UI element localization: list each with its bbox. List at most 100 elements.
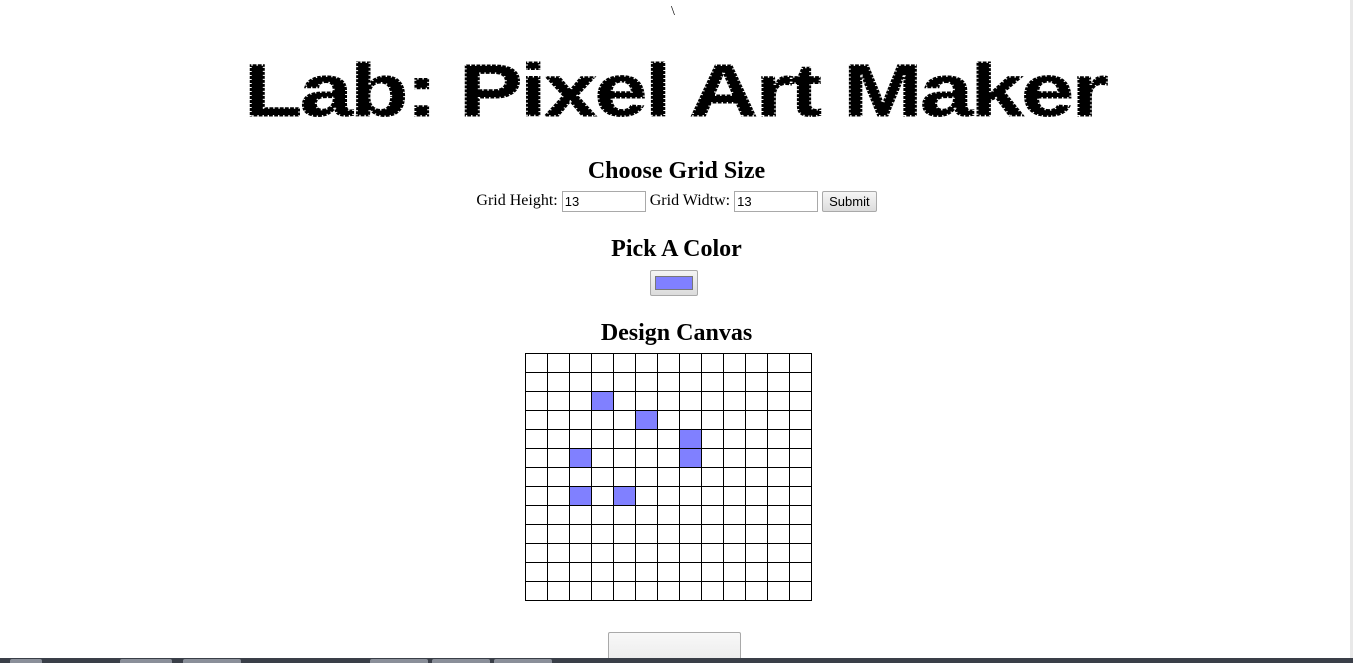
canvas-cell[interactable] xyxy=(657,372,680,392)
canvas-cell[interactable] xyxy=(723,505,746,525)
canvas-cell[interactable] xyxy=(591,543,614,563)
canvas-cell[interactable] xyxy=(525,581,548,601)
canvas-cell[interactable] xyxy=(679,505,702,525)
canvas-cell[interactable] xyxy=(591,353,614,373)
color-picker-button[interactable] xyxy=(650,270,698,296)
canvas-cell[interactable] xyxy=(723,353,746,373)
canvas-cell[interactable] xyxy=(591,486,614,506)
canvas-cell[interactable] xyxy=(745,448,768,468)
canvas-cell[interactable] xyxy=(591,524,614,544)
canvas-cell[interactable] xyxy=(525,353,548,373)
canvas-cell[interactable] xyxy=(723,524,746,544)
canvas-cell[interactable] xyxy=(679,486,702,506)
canvas-cell[interactable] xyxy=(767,448,790,468)
canvas-cell[interactable] xyxy=(591,372,614,392)
canvas-cell[interactable] xyxy=(679,391,702,411)
canvas-cell[interactable] xyxy=(701,353,724,373)
canvas-cell[interactable] xyxy=(657,429,680,449)
grid-width-input[interactable] xyxy=(734,191,819,212)
canvas-cell[interactable] xyxy=(789,372,812,392)
canvas-cell[interactable] xyxy=(547,353,570,373)
canvas-cell[interactable] xyxy=(591,581,614,601)
canvas-cell[interactable] xyxy=(635,391,658,411)
canvas-cell[interactable] xyxy=(789,448,812,468)
canvas-cell[interactable] xyxy=(657,562,680,582)
canvas-cell[interactable] xyxy=(789,391,812,411)
canvas-cell[interactable] xyxy=(569,448,592,468)
canvas-cell[interactable] xyxy=(745,372,768,392)
canvas-cell[interactable] xyxy=(547,581,570,601)
canvas-cell[interactable] xyxy=(767,524,790,544)
canvas-cell[interactable] xyxy=(701,524,724,544)
canvas-cell[interactable] xyxy=(569,505,592,525)
canvas-cell[interactable] xyxy=(547,543,570,563)
canvas-cell[interactable] xyxy=(525,448,548,468)
canvas-cell[interactable] xyxy=(745,467,768,487)
canvas-cell[interactable] xyxy=(635,467,658,487)
canvas-cell[interactable] xyxy=(701,467,724,487)
canvas-cell[interactable] xyxy=(679,410,702,430)
canvas-cell[interactable] xyxy=(657,410,680,430)
canvas-cell[interactable] xyxy=(635,524,658,544)
canvas-cell[interactable] xyxy=(525,486,548,506)
canvas-cell[interactable] xyxy=(569,486,592,506)
canvas-cell[interactable] xyxy=(525,372,548,392)
canvas-cell[interactable] xyxy=(613,429,636,449)
canvas-cell[interactable] xyxy=(679,467,702,487)
canvas-cell[interactable] xyxy=(525,429,548,449)
canvas-cell[interactable] xyxy=(723,581,746,601)
canvas-cell[interactable] xyxy=(679,581,702,601)
canvas-cell[interactable] xyxy=(635,543,658,563)
taskbar-start-icon[interactable] xyxy=(10,659,42,663)
canvas-cell[interactable] xyxy=(657,543,680,563)
canvas-cell[interactable] xyxy=(789,486,812,506)
canvas-cell[interactable] xyxy=(525,562,548,582)
canvas-cell[interactable] xyxy=(635,353,658,373)
canvas-cell[interactable] xyxy=(789,353,812,373)
canvas-cell[interactable] xyxy=(745,505,768,525)
canvas-cell[interactable] xyxy=(635,372,658,392)
canvas-cell[interactable] xyxy=(613,448,636,468)
canvas-cell[interactable] xyxy=(525,543,548,563)
canvas-cell[interactable] xyxy=(789,524,812,544)
canvas-cell[interactable] xyxy=(657,391,680,411)
canvas-cell[interactable] xyxy=(679,562,702,582)
canvas-cell[interactable] xyxy=(525,505,548,525)
canvas-cell[interactable] xyxy=(547,429,570,449)
canvas-cell[interactable] xyxy=(701,581,724,601)
canvas-cell[interactable] xyxy=(745,429,768,449)
canvas-cell[interactable] xyxy=(723,448,746,468)
canvas-cell[interactable] xyxy=(635,429,658,449)
canvas-cell[interactable] xyxy=(723,486,746,506)
canvas-cell[interactable] xyxy=(635,448,658,468)
canvas-cell[interactable] xyxy=(789,410,812,430)
canvas-cell[interactable] xyxy=(701,543,724,563)
canvas-cell[interactable] xyxy=(525,410,548,430)
canvas-cell[interactable] xyxy=(701,410,724,430)
canvas-cell[interactable] xyxy=(657,581,680,601)
canvas-cell[interactable] xyxy=(679,429,702,449)
canvas-cell[interactable] xyxy=(635,581,658,601)
canvas-cell[interactable] xyxy=(569,581,592,601)
taskbar-item[interactable] xyxy=(432,659,490,663)
canvas-cell[interactable] xyxy=(789,543,812,563)
canvas-cell[interactable] xyxy=(569,429,592,449)
canvas-cell[interactable] xyxy=(547,524,570,544)
canvas-cell[interactable] xyxy=(613,562,636,582)
canvas-cell[interactable] xyxy=(745,486,768,506)
canvas-cell[interactable] xyxy=(591,448,614,468)
canvas-cell[interactable] xyxy=(547,391,570,411)
taskbar-item[interactable] xyxy=(494,659,552,663)
canvas-cell[interactable] xyxy=(547,410,570,430)
canvas-cell[interactable] xyxy=(569,410,592,430)
canvas-cell[interactable] xyxy=(701,391,724,411)
canvas-cell[interactable] xyxy=(789,562,812,582)
canvas-cell[interactable] xyxy=(723,429,746,449)
canvas-cell[interactable] xyxy=(613,372,636,392)
canvas-cell[interactable] xyxy=(657,486,680,506)
canvas-cell[interactable] xyxy=(569,543,592,563)
canvas-cell[interactable] xyxy=(679,524,702,544)
taskbar-item[interactable] xyxy=(370,659,428,663)
canvas-cell[interactable] xyxy=(591,562,614,582)
canvas-cell[interactable] xyxy=(767,486,790,506)
